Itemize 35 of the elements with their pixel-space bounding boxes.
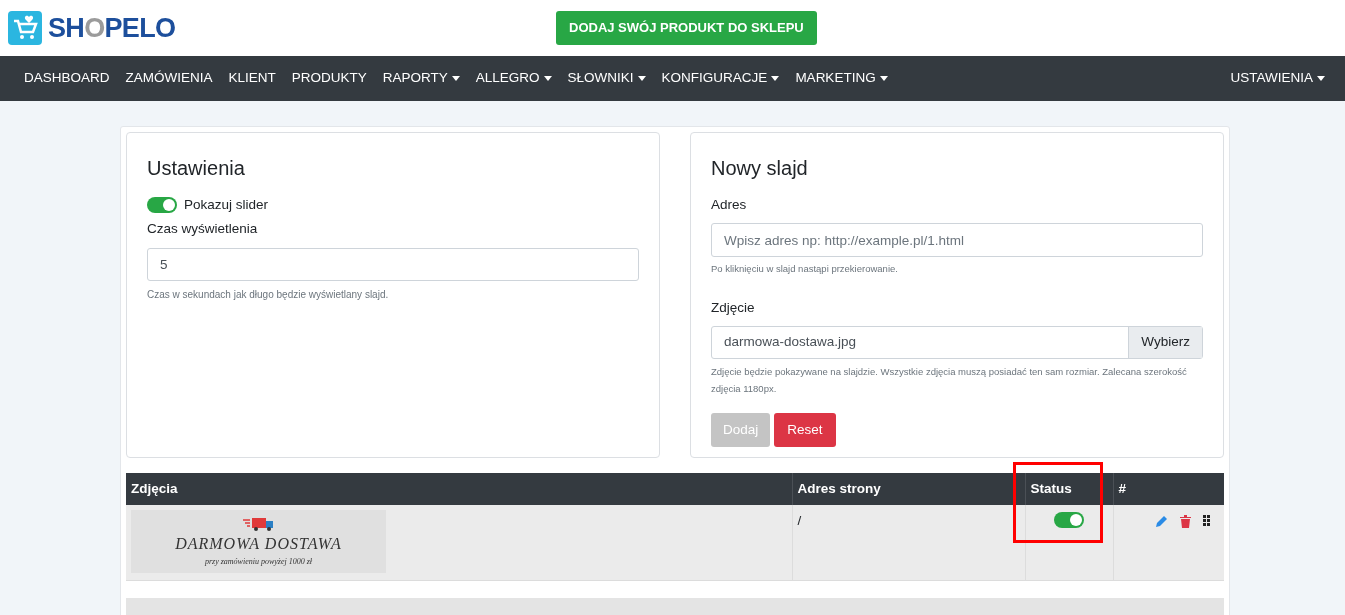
nav-link[interactable]: ALLEGRO (475, 68, 552, 89)
toggle-switch[interactable] (147, 197, 177, 214)
help-text: Czas w sekundach jak długo będzie wyświetlany slajd. (147, 287, 390, 302)
edit-icon[interactable] (1155, 515, 1168, 528)
nav-link[interactable]: USTAWIENIA (1230, 68, 1325, 89)
nav-link[interactable]: KLIENT (228, 68, 276, 89)
address-input[interactable]: Wpisz adres np: http://example.pl/1.html (711, 223, 1203, 258)
nav-link[interactable]: MARKETING (795, 68, 888, 89)
card-title: Ustawienia (147, 156, 246, 181)
nav-link[interactable]: DASHBOARD (24, 68, 110, 89)
duration-input[interactable]: 5 (147, 247, 639, 281)
cart-logo-icon (8, 11, 42, 45)
column-header: Zdjęcia (126, 473, 792, 505)
toggle-switch[interactable] (1054, 512, 1084, 528)
delete-icon[interactable] (1180, 515, 1191, 528)
nav-link[interactable]: RAPORTY (382, 68, 460, 89)
truck-icon (241, 515, 276, 532)
nav-link[interactable]: KONFIGURACJE (661, 68, 780, 89)
field-label: Czas wyświetlenia (147, 220, 259, 239)
help-text: Po kliknięciu w slajd nastąpi przekierowanie. (711, 262, 899, 277)
reset-button[interactable]: Reset (774, 412, 836, 447)
card-title: Nowy slajd (711, 156, 809, 181)
field-label: Adres (711, 196, 748, 214)
field-label: Zdjęcie (711, 298, 756, 317)
brand-name: SHOPELO (48, 11, 176, 45)
nav-link[interactable]: SŁOWNIKI (567, 68, 646, 89)
toggle-label: Pokazuj slider (184, 196, 269, 214)
help-text: Zdjęcie będzie pokazywane na slajdzie. Wszystkie zdjęcia muszą posiadać ten sam rozmiar. Zalecana szerokość zdjęcia 1180px. (711, 364, 1188, 396)
banner-title: DARMOWA DOSTAWA (175, 533, 342, 554)
banner-subtitle: przy zamówieniu powyżej 1000 zł (204, 555, 313, 568)
nav-link[interactable]: PRODUKTY (291, 68, 367, 89)
drag-handle-icon[interactable] (1203, 515, 1210, 526)
table-cell: / (797, 513, 802, 528)
image-file-field[interactable]: darmowa-dostawa.jpg Wybierz (711, 325, 1203, 359)
nav-link[interactable]: ZAMÓWIENIA (125, 68, 213, 89)
